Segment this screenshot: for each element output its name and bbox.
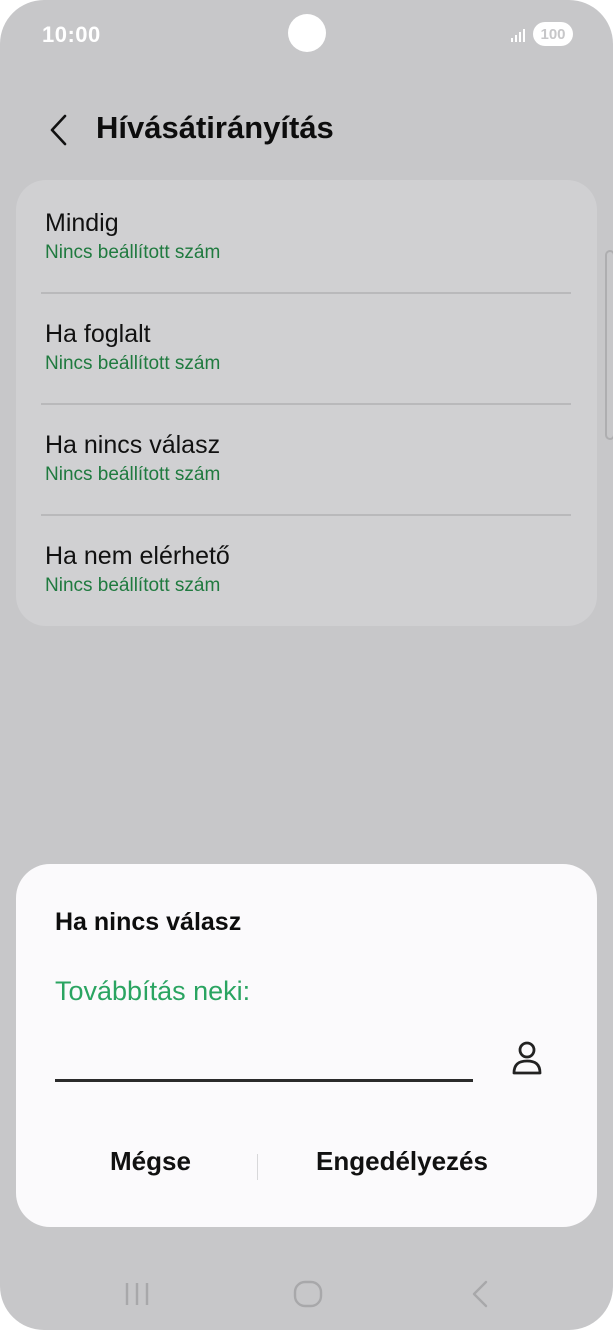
person-icon: [512, 1041, 542, 1075]
recents-button[interactable]: [122, 1278, 152, 1310]
option-subtitle: Nincs beállított szám: [45, 464, 221, 485]
signal-icon: [511, 29, 525, 42]
option-always[interactable]: Mindig Nincs beállított szám: [45, 208, 571, 264]
option-subtitle: Nincs beállított szám: [45, 353, 221, 374]
option-busy[interactable]: Ha foglalt Nincs beállított szám: [45, 319, 571, 375]
camera-cutout: [288, 14, 326, 52]
option-unreachable[interactable]: Ha nem elérhető Nincs beállított szám: [45, 541, 571, 597]
divider: [41, 292, 571, 294]
button-divider: [257, 1154, 258, 1180]
phone-screen: 10:00 100 Hívásátirányítás Mindig Nincs …: [0, 0, 613, 1330]
battery-indicator: 100: [533, 22, 573, 46]
chevron-left-icon: [50, 114, 67, 146]
option-title: Ha nincs válasz: [45, 431, 221, 459]
home-icon: [293, 1280, 323, 1308]
option-title: Ha nem elérhető: [45, 542, 230, 570]
forward-dialog: Ha nincs válasz Továbbítás neki: Mégse E…: [16, 864, 597, 1227]
option-title: Mindig: [45, 209, 119, 237]
option-subtitle: Nincs beállított szám: [45, 242, 221, 263]
back-button[interactable]: [40, 108, 76, 152]
contacts-button[interactable]: [510, 1036, 544, 1080]
dialog-title: Ha nincs válasz: [55, 908, 242, 936]
page-title: Hívásátirányítás: [96, 110, 334, 145]
phone-number-input[interactable]: [55, 1032, 473, 1082]
option-no-answer[interactable]: Ha nincs válasz Nincs beállított szám: [45, 430, 571, 486]
scrollbar[interactable]: [605, 250, 613, 440]
forward-to-label: Továbbítás neki:: [55, 976, 251, 1006]
option-title: Ha foglalt: [45, 320, 151, 348]
battery-level: 100: [540, 25, 566, 43]
cancel-button[interactable]: Mégse: [110, 1146, 191, 1177]
nav-back-button[interactable]: [466, 1278, 494, 1310]
forwarding-options-card: Mindig Nincs beállított szám Ha foglalt …: [16, 180, 597, 626]
back-icon: [472, 1280, 488, 1308]
option-subtitle: Nincs beállított szám: [45, 575, 221, 596]
recents-icon: [125, 1283, 149, 1305]
divider: [41, 514, 571, 516]
divider: [41, 403, 571, 405]
status-time: 10:00: [42, 22, 101, 47]
home-button[interactable]: [292, 1278, 324, 1310]
enable-button[interactable]: Engedélyezés: [316, 1146, 488, 1177]
